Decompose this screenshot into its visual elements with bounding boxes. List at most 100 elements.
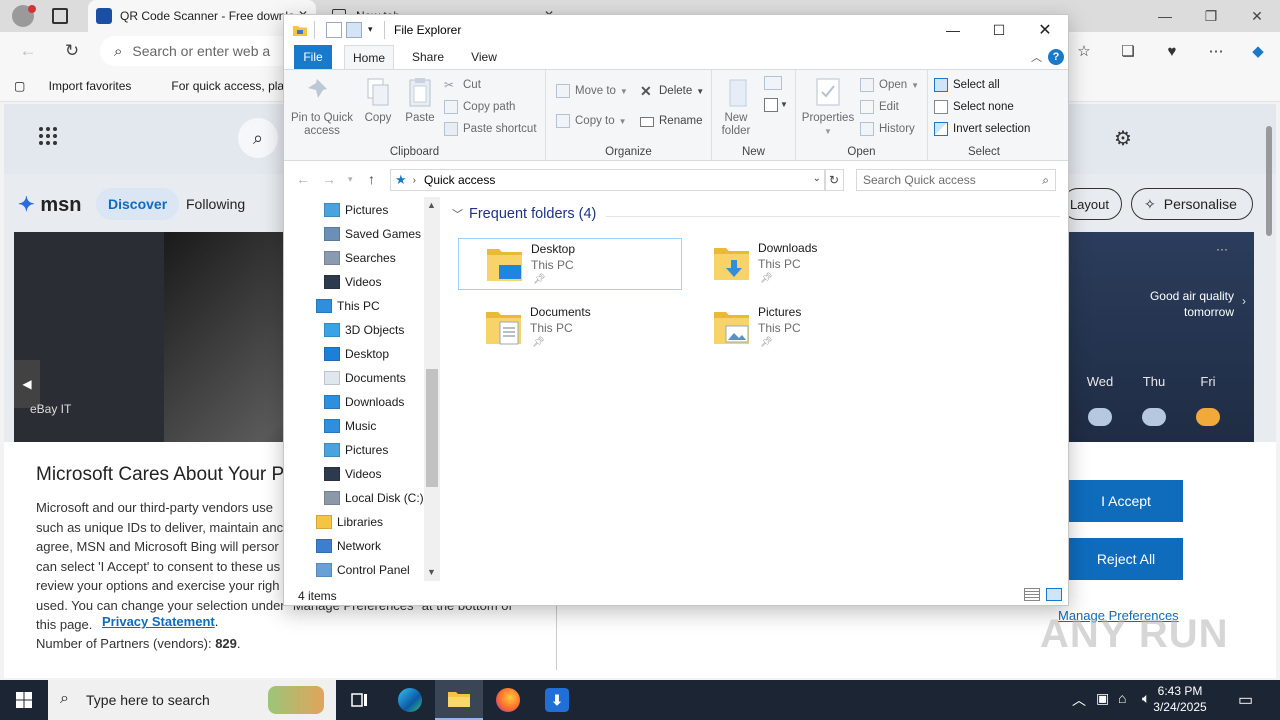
- more-menu-icon[interactable]: ⋯: [1202, 38, 1230, 64]
- nav-item[interactable]: Libraries: [316, 511, 383, 533]
- restore-icon[interactable]: ❐: [1188, 0, 1234, 32]
- browser-tab-qr-scanner[interactable]: QR Code Scanner - Free downlo ✕: [88, 0, 316, 32]
- large-icons-view-icon[interactable]: [1046, 588, 1062, 601]
- reject-all-button[interactable]: Reject All: [1069, 538, 1183, 580]
- open-button[interactable]: Open ▼: [860, 76, 919, 94]
- new-folder-button[interactable]: New folder: [716, 76, 756, 138]
- notifications-icon[interactable]: ▭: [1238, 690, 1253, 710]
- collapse-ribbon-icon[interactable]: ︿: [1031, 49, 1042, 65]
- folder-tile[interactable]: Downloads This PC 📌︎: [686, 238, 910, 290]
- address-field[interactable]: ★ › Quick access ⌄: [390, 169, 826, 191]
- scroll-down-icon[interactable]: ▼: [427, 567, 436, 577]
- nav-item[interactable]: Pictures: [324, 199, 388, 221]
- folder-tile[interactable]: Desktop This PC 📌︎: [458, 238, 682, 290]
- tab-actions-icon[interactable]: [52, 8, 68, 24]
- nav-item[interactable]: Documents: [324, 367, 406, 389]
- easy-access-icon[interactable]: [764, 98, 778, 112]
- cut-button[interactable]: ✂ Cut: [444, 76, 481, 94]
- file-explorer-taskbar-button[interactable]: [435, 680, 483, 720]
- nav-item[interactable]: Searches: [324, 247, 396, 269]
- collections-icon[interactable]: ❏: [1114, 38, 1142, 64]
- nav-item[interactable]: Desktop: [324, 343, 389, 365]
- breadcrumb[interactable]: Quick access: [424, 173, 495, 187]
- copy-path-button[interactable]: Copy path: [444, 98, 515, 116]
- clock[interactable]: 6:43 PM 3/24/2025: [1140, 683, 1220, 715]
- refresh-icon[interactable]: ↻: [58, 38, 86, 64]
- tab-view[interactable]: View: [464, 45, 504, 69]
- copy-to-button[interactable]: Copy to ▼: [556, 112, 627, 130]
- details-view-icon[interactable]: [1024, 588, 1040, 601]
- layout-button[interactable]: Layout: [1062, 188, 1122, 220]
- accept-button[interactable]: I Accept: [1069, 480, 1183, 522]
- msn-tab-following[interactable]: Following: [174, 188, 257, 220]
- move-to-button[interactable]: Move to ▼: [556, 82, 628, 100]
- select-all-button[interactable]: Select all: [934, 76, 1000, 94]
- search-input[interactable]: Search Quick access ⌕: [856, 169, 1056, 191]
- nav-item[interactable]: Saved Games: [324, 223, 421, 245]
- forward-icon[interactable]: →: [322, 171, 336, 187]
- new-folder-qat-icon[interactable]: [346, 22, 362, 38]
- network-icon[interactable]: ⌂: [1118, 690, 1126, 706]
- frequent-folders-header[interactable]: ﹀ Frequent folders (4): [452, 206, 596, 222]
- back-icon[interactable]: ←: [296, 171, 310, 187]
- history-button[interactable]: History: [860, 120, 915, 138]
- more-options-icon[interactable]: ···: [1216, 242, 1228, 256]
- taskbar-search[interactable]: ⌕ Type here to search: [48, 680, 336, 720]
- maximize-icon[interactable]: ☐: [976, 15, 1022, 45]
- installer-taskbar-button[interactable]: ⬇: [533, 680, 581, 720]
- nav-item[interactable]: Local Disk (C:): [324, 487, 424, 509]
- show-hidden-icons-icon[interactable]: ︿: [1072, 690, 1086, 710]
- back-icon[interactable]: ←: [14, 38, 42, 64]
- tab-file[interactable]: File: [294, 45, 332, 69]
- nav-scrollbar[interactable]: ▲ ▼: [424, 197, 440, 581]
- firefox-taskbar-button[interactable]: [484, 680, 532, 720]
- nav-item[interactable]: Downloads: [324, 391, 404, 413]
- msn-tab-discover[interactable]: Discover: [96, 188, 180, 220]
- paste-shortcut-button[interactable]: Paste shortcut: [444, 120, 537, 138]
- select-none-button[interactable]: Select none: [934, 98, 1014, 116]
- refresh-icon[interactable]: ↻: [824, 169, 844, 191]
- pin-quick-access-button[interactable]: Pin to Quick access: [290, 76, 354, 138]
- up-arrow-icon[interactable]: ↑: [368, 171, 375, 187]
- properties-qat-icon[interactable]: [326, 22, 342, 38]
- settings-gear-icon[interactable]: ⚙: [1114, 126, 1132, 151]
- personalise-button[interactable]: ✧ Personalise: [1131, 188, 1253, 220]
- nav-item[interactable]: Control Panel: [316, 559, 410, 581]
- copy-button[interactable]: Copy: [360, 76, 396, 125]
- copilot-icon[interactable]: ◆: [1244, 38, 1272, 64]
- nav-item[interactable]: This PC: [316, 295, 380, 317]
- delete-button[interactable]: ✕ Delete ▼: [640, 82, 704, 100]
- minimize-icon[interactable]: —: [930, 15, 976, 45]
- help-icon[interactable]: ?: [1048, 49, 1064, 65]
- paste-button[interactable]: Paste: [402, 76, 438, 125]
- folder-tile[interactable]: Documents This PC 📌︎: [458, 302, 682, 354]
- nav-item[interactable]: Videos: [324, 271, 381, 293]
- start-button[interactable]: [0, 680, 48, 720]
- scroll-up-icon[interactable]: ▲: [427, 200, 436, 210]
- favorite-star-icon[interactable]: ☆: [1070, 38, 1098, 64]
- carousel-prev-icon[interactable]: ◀: [14, 360, 40, 408]
- nav-item[interactable]: 3D Objects: [324, 319, 404, 341]
- task-view-button[interactable]: [336, 680, 384, 720]
- folder-tile[interactable]: Pictures This PC 📌︎: [686, 302, 910, 354]
- customize-qat-icon[interactable]: ▾: [368, 24, 373, 35]
- close-icon[interactable]: ✕: [1234, 0, 1280, 32]
- msn-logo[interactable]: ✦ msn: [18, 192, 81, 217]
- close-icon[interactable]: ✕: [1022, 15, 1068, 45]
- rename-button[interactable]: Rename: [640, 112, 702, 130]
- import-favorites-link[interactable]: ▢ Import favorites: [14, 79, 151, 93]
- address-bar[interactable]: ⌕ Search or enter web a: [100, 36, 300, 66]
- invert-selection-button[interactable]: Invert selection: [934, 120, 1030, 138]
- breadcrumb-chevron-icon[interactable]: ›: [413, 175, 416, 186]
- nav-item[interactable]: Videos: [324, 463, 381, 485]
- nav-item[interactable]: Music: [324, 415, 376, 437]
- edge-taskbar-button[interactable]: [386, 680, 434, 720]
- chevron-right-icon[interactable]: ›: [1242, 294, 1246, 308]
- app-launcher-icon[interactable]: [38, 126, 58, 146]
- recent-locations-icon[interactable]: ▾: [348, 174, 353, 185]
- page-scrollbar[interactable]: [1262, 126, 1276, 672]
- minimize-icon[interactable]: —: [1142, 0, 1188, 32]
- tab-share[interactable]: Share: [406, 45, 450, 69]
- tab-home[interactable]: Home: [344, 45, 394, 69]
- edit-button[interactable]: Edit: [860, 98, 899, 116]
